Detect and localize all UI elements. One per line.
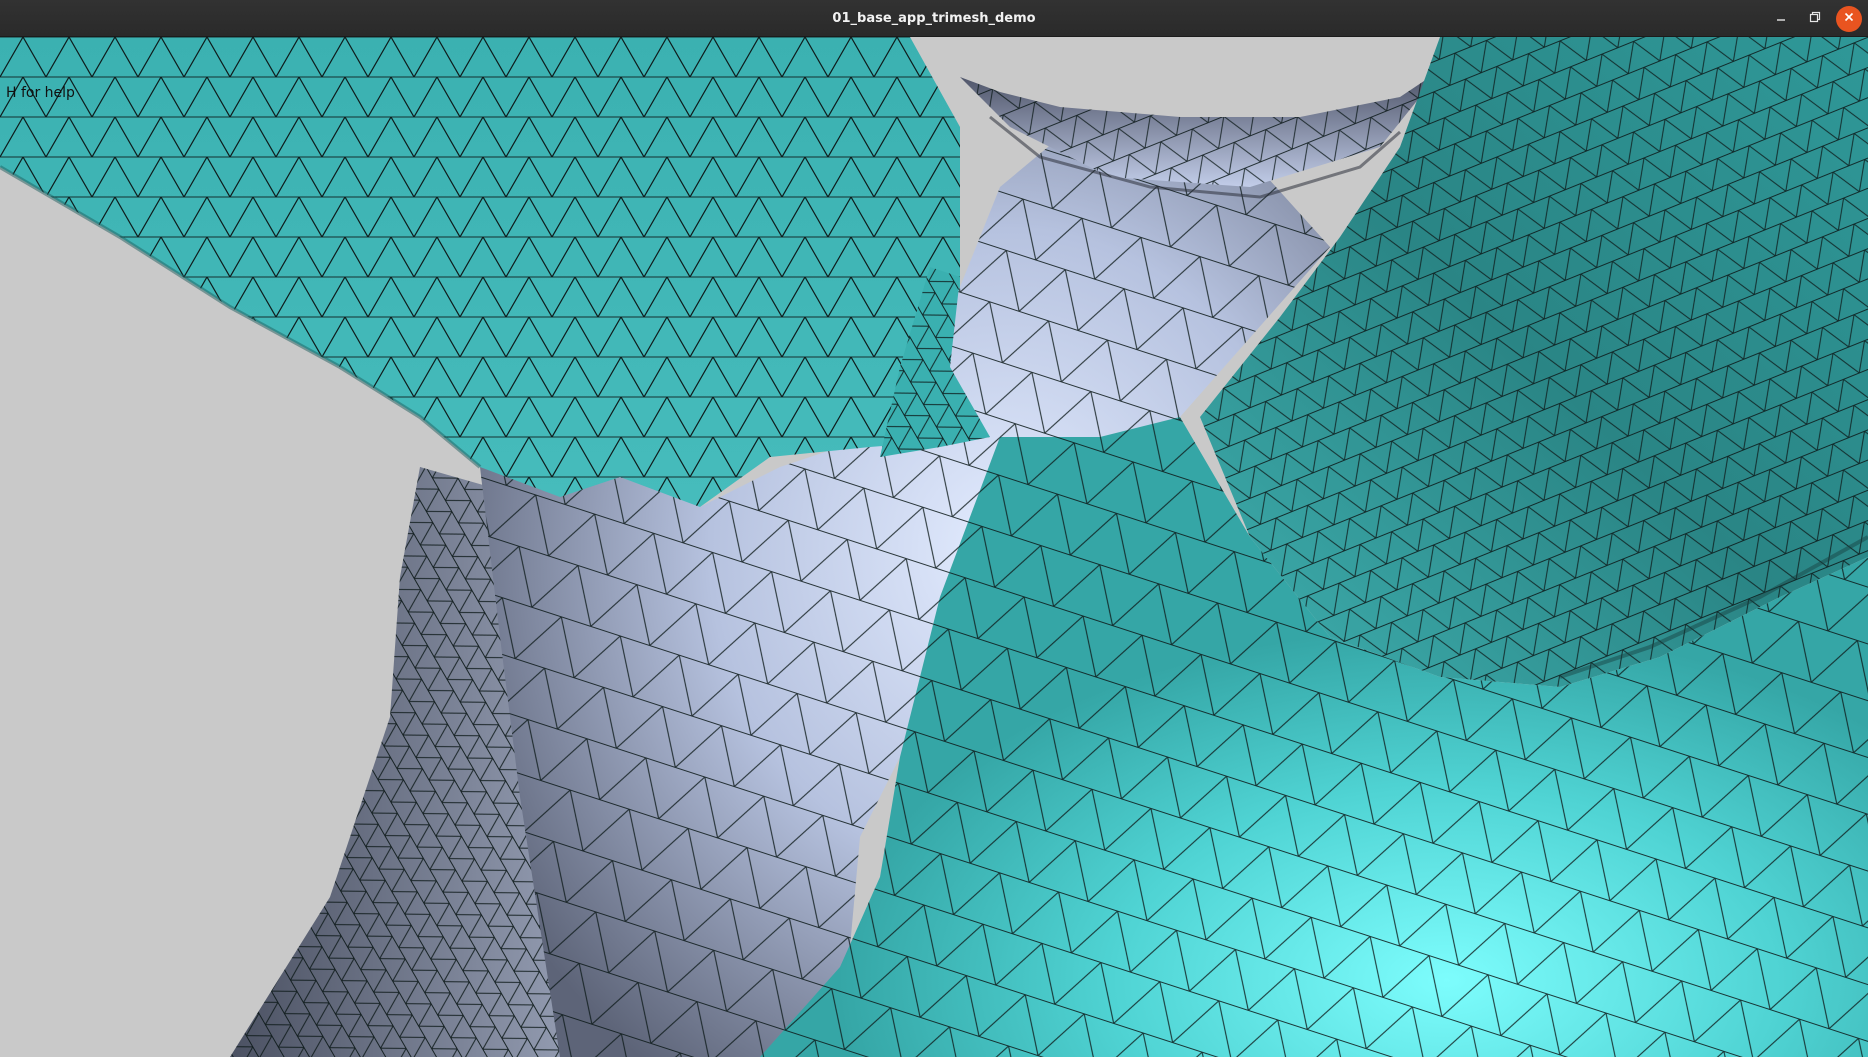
3d-viewport[interactable]: H for help xyxy=(0,37,1868,1057)
maximize-icon xyxy=(1809,10,1821,28)
help-hint: H for help xyxy=(6,85,75,101)
mesh-canvas[interactable] xyxy=(0,37,1868,1057)
minimize-icon xyxy=(1775,10,1787,28)
app-window: 01_base_app_trimesh_demo H for help xyxy=(0,0,1868,1057)
maximize-button[interactable] xyxy=(1802,6,1828,32)
minimize-button[interactable] xyxy=(1768,6,1794,32)
close-button[interactable] xyxy=(1836,6,1862,32)
close-icon xyxy=(1843,10,1855,28)
title-bar[interactable]: 01_base_app_trimesh_demo xyxy=(0,0,1868,37)
window-title: 01_base_app_trimesh_demo xyxy=(832,11,1036,26)
